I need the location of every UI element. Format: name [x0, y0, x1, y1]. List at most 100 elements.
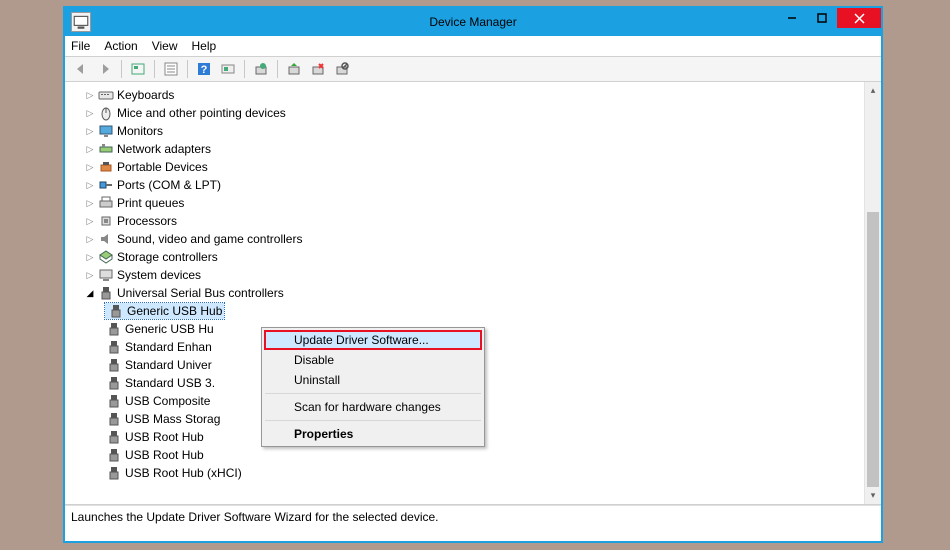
tree-label: USB Mass Storag [125, 412, 220, 426]
disable-button[interactable] [332, 59, 352, 79]
tree-label: Mice and other pointing devices [117, 106, 286, 120]
context-scan-hardware[interactable]: Scan for hardware changes [264, 397, 482, 417]
toolbar-separator [187, 60, 188, 78]
tree-label: Processors [117, 214, 177, 228]
tree-label: Standard Enhan [125, 340, 212, 354]
context-separator [265, 393, 481, 394]
tree-category[interactable]: ▷ Ports (COM & LPT) [71, 176, 881, 194]
tree-label: Keyboards [117, 88, 174, 102]
tree-item-selected[interactable]: Generic USB Hub [71, 302, 881, 320]
tree-label: Portable Devices [117, 160, 208, 174]
tree-category-usb[interactable]: ◢ Universal Serial Bus controllers [71, 284, 881, 302]
toolbar-separator [121, 60, 122, 78]
keyboard-icon [98, 87, 114, 103]
tree-category[interactable]: ▷ Print queues [71, 194, 881, 212]
back-button[interactable] [71, 59, 91, 79]
port-icon [98, 177, 114, 193]
expand-icon[interactable]: ▷ [83, 252, 97, 263]
tree-label: Print queues [117, 196, 184, 210]
toolbar-separator [277, 60, 278, 78]
usb-device-icon [106, 393, 122, 409]
usb-device-icon [106, 447, 122, 463]
menu-view[interactable]: View [152, 39, 178, 53]
tree-label: USB Root Hub [125, 448, 204, 462]
mouse-icon [98, 105, 114, 121]
tree-category[interactable]: ▷ Network adapters [71, 140, 881, 158]
svg-text:?: ? [201, 64, 208, 76]
app-icon [71, 12, 91, 32]
context-separator [265, 420, 481, 421]
usb-device-icon [106, 339, 122, 355]
toolbar: ? [65, 56, 881, 82]
menubar: File Action View Help [65, 36, 881, 56]
collapse-icon[interactable]: ◢ [83, 288, 97, 299]
forward-button[interactable] [95, 59, 115, 79]
tree-category[interactable]: ▷ System devices [71, 266, 881, 284]
tree-label: Sound, video and game controllers [117, 232, 302, 246]
expand-icon[interactable]: ▷ [83, 234, 97, 245]
tree-label: USB Root Hub [125, 430, 204, 444]
enable-button[interactable] [284, 59, 304, 79]
tree-label: Generic USB Hub [127, 304, 222, 318]
tree-category[interactable]: ▷ Storage controllers [71, 248, 881, 266]
tree-label: Storage controllers [117, 250, 218, 264]
menu-action[interactable]: Action [104, 39, 137, 53]
tree-category[interactable]: ▷ Mice and other pointing devices [71, 104, 881, 122]
toolbar-separator [154, 60, 155, 78]
expand-icon[interactable]: ▷ [83, 198, 97, 209]
context-uninstall[interactable]: Uninstall [264, 370, 482, 390]
portable-icon [98, 159, 114, 175]
usb-device-icon [106, 411, 122, 427]
scroll-thumb[interactable] [867, 212, 879, 487]
tree-category[interactable]: ▷ Sound, video and game controllers [71, 230, 881, 248]
monitor-icon [98, 123, 114, 139]
status-text: Launches the Update Driver Software Wiza… [71, 510, 439, 524]
tree-category[interactable]: ▷ Portable Devices [71, 158, 881, 176]
expand-icon[interactable]: ▷ [83, 162, 97, 173]
expand-icon[interactable]: ▷ [83, 90, 97, 101]
expand-icon[interactable]: ▷ [83, 126, 97, 137]
usb-device-icon [106, 321, 122, 337]
tree-category[interactable]: ▷ Processors [71, 212, 881, 230]
context-menu: Update Driver Software... Disable Uninst… [261, 327, 485, 447]
system-icon [98, 267, 114, 283]
expand-icon[interactable]: ▷ [83, 270, 97, 281]
scroll-down-icon[interactable]: ▾ [865, 487, 881, 504]
context-properties[interactable]: Properties [264, 424, 482, 444]
tree-category[interactable]: ▷ Keyboards [71, 86, 881, 104]
tree-label: Universal Serial Bus controllers [117, 286, 284, 300]
tree-label: Standard USB 3. [125, 376, 215, 390]
uninstall-button[interactable] [308, 59, 328, 79]
update-driver-button[interactable] [251, 59, 271, 79]
tree-item[interactable]: USB Root Hub (xHCI) [71, 464, 881, 482]
tree-category[interactable]: ▷ Monitors [71, 122, 881, 140]
tree-label: Monitors [117, 124, 163, 138]
tree-item[interactable]: USB Root Hub [71, 446, 881, 464]
window-controls [777, 8, 881, 28]
context-disable[interactable]: Disable [264, 350, 482, 370]
expand-icon[interactable]: ▷ [83, 180, 97, 191]
toolbar-separator [244, 60, 245, 78]
tree-label: USB Composite [125, 394, 210, 408]
expand-icon[interactable]: ▷ [83, 216, 97, 227]
menu-file[interactable]: File [71, 39, 90, 53]
expand-icon[interactable]: ▷ [83, 108, 97, 119]
storage-icon [98, 249, 114, 265]
show-hidden-button[interactable] [128, 59, 148, 79]
expand-icon[interactable]: ▷ [83, 144, 97, 155]
titlebar: Device Manager [65, 8, 881, 36]
sound-icon [98, 231, 114, 247]
menu-help[interactable]: Help [192, 39, 217, 53]
tree-label: Network adapters [117, 142, 211, 156]
minimize-button[interactable] [777, 8, 807, 28]
cpu-icon [98, 213, 114, 229]
vertical-scrollbar[interactable]: ▴ ▾ [864, 82, 881, 504]
help-button[interactable]: ? [194, 59, 214, 79]
properties-button[interactable] [161, 59, 181, 79]
maximize-button[interactable] [807, 8, 837, 28]
scan-hardware-button[interactable] [218, 59, 238, 79]
context-update-driver[interactable]: Update Driver Software... [264, 330, 482, 350]
printer-icon [98, 195, 114, 211]
scroll-up-icon[interactable]: ▴ [865, 82, 881, 99]
close-button[interactable] [837, 8, 881, 28]
